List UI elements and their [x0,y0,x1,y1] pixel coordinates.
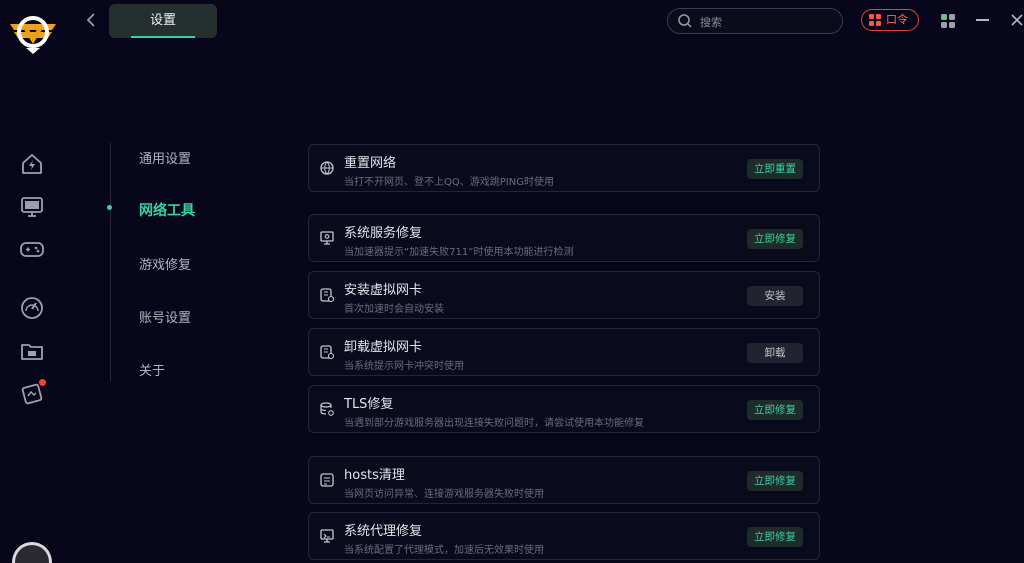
tool-title: 重置网络 [344,156,397,171]
tool-description: 当系统配置了代理模式，加速后无效果时使用 [344,545,544,556]
folder-icon[interactable] [20,339,44,363]
tool-card-tls-repair: TLS修复 当遇到部分游戏服务器出现连接失败问题时，请尝试使用本功能修复 立即修… [308,385,820,433]
search-input[interactable] [698,9,832,35]
proxy-monitor-icon [320,529,334,543]
tab-settings[interactable]: 设置 [109,4,217,38]
koling-label: 口令 [886,13,908,26]
uninstall-button[interactable]: 卸载 [747,343,803,363]
network-reset-icon [320,161,334,175]
tool-title: TLS修复 [344,397,394,412]
reset-network-button[interactable]: 立即重置 [747,159,803,179]
tool-card-proxy-repair: 系统代理修复 当系统配置了代理模式，加速后无效果时使用 立即修复 [308,512,820,560]
tool-card-reset-network: 重置网络 当打不开网页、登不上QQ、游戏跳PING时使用 立即重置 [308,144,820,192]
back-arrow-icon[interactable] [84,10,100,30]
tool-card-install-virtual-nic: 安装虚拟网卡 首次加速时会自动安装 安装 [308,271,820,319]
nav-item-about[interactable]: 关于 [139,360,165,379]
tool-description: 首次加速时会自动安装 [344,304,444,315]
koling-icon [869,14,881,26]
tab-settings-label: 设置 [149,13,176,28]
home-speed-icon[interactable] [20,152,44,176]
apps-grid-icon[interactable] [941,13,955,28]
network-card-icon [320,345,334,359]
tool-title: 卸载虚拟网卡 [344,340,423,355]
app-logo [8,10,58,56]
monitor-icon[interactable] [20,195,44,219]
tool-title: 安装虚拟网卡 [344,283,423,298]
service-repair-button[interactable]: 立即修复 [747,229,803,249]
service-monitor-icon [320,231,334,245]
notification-badge [39,379,46,386]
tool-description: 当遇到部分游戏服务器出现连接失败问题时，请尝试使用本功能修复 [344,418,644,429]
avatar[interactable] [8,540,56,563]
proxy-repair-button[interactable]: 立即修复 [747,527,803,547]
tool-card-uninstall-virtual-nic: 卸载虚拟网卡 当系统提示网卡冲突时使用 卸载 [308,328,820,376]
tool-title: 系统代理修复 [344,524,423,539]
gauge-icon[interactable] [20,296,44,320]
nav-item-general[interactable]: 通用设置 [139,148,191,167]
nav-divider [110,143,111,381]
minimize-icon[interactable] [976,19,989,21]
nav-item-network-tools[interactable]: 网络工具 [139,200,195,220]
network-card-icon [320,288,334,302]
tool-title: hosts清理 [344,468,405,483]
database-gear-icon [320,402,334,416]
tab-active-indicator [131,36,195,38]
nav-item-account[interactable]: 账号设置 [139,307,191,326]
search-icon [678,14,692,28]
tool-card-hosts-cleanup: hosts清理 当网页访问异常、连接游戏服务器失败时使用 立即修复 [308,456,820,504]
tool-description: 当网页访问异常、连接游戏服务器失败时使用 [344,489,544,500]
hosts-cleanup-button[interactable]: 立即修复 [747,471,803,491]
close-icon[interactable] [1010,11,1024,29]
install-button[interactable]: 安装 [747,286,803,306]
gamepad-icon[interactable] [20,237,44,261]
search-box[interactable] [667,8,843,35]
tool-description: 当打不开网页、登不上QQ、游戏跳PING时使用 [344,177,554,188]
nav-active-indicator [107,205,112,210]
tool-description: 当系统提示网卡冲突时使用 [344,361,464,372]
tool-title: 系统服务修复 [344,226,423,241]
koling-button[interactable]: 口令 [861,9,919,31]
tls-repair-button[interactable]: 立即修复 [747,400,803,420]
nav-item-game-repair[interactable]: 游戏修复 [139,254,191,273]
tool-description: 当加速器提示“加速失败711”时使用本功能进行检测 [344,247,574,258]
document-list-icon [320,473,334,487]
tool-card-service-repair: 系统服务修复 当加速器提示“加速失败711”时使用本功能进行检测 立即修复 [308,214,820,262]
